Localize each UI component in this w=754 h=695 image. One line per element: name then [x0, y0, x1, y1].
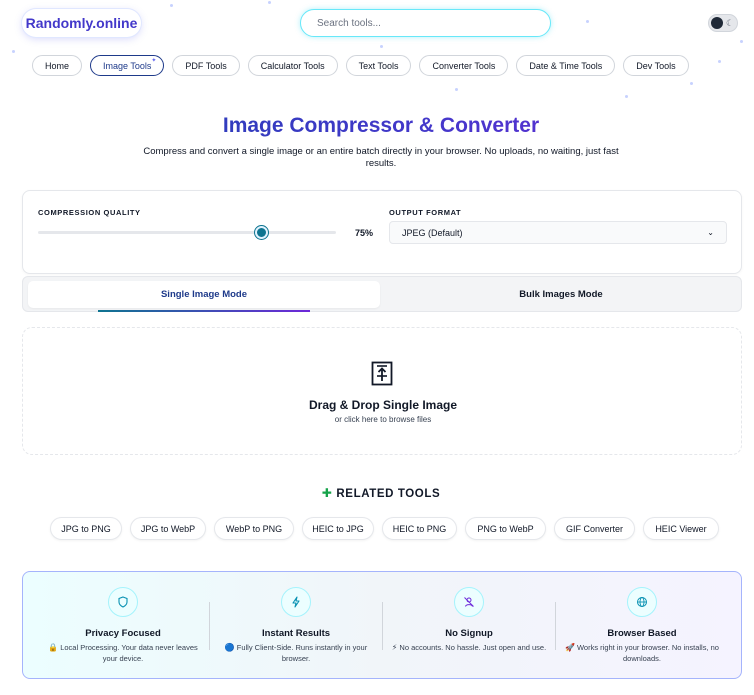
decor-dot [170, 4, 173, 7]
nav-label: Date & Time Tools [529, 60, 603, 71]
tab-label: Single Image Mode [160, 289, 248, 300]
active-tab-underline [98, 310, 310, 312]
feature-title: Browser Based [607, 628, 677, 639]
upload-dropzone[interactable]: Drag & Drop Single Image or click here t… [22, 327, 742, 455]
nav-calculator-tools[interactable]: Calculator Tools [247, 55, 338, 76]
quality-label: COMPRESSION QUALITY [38, 208, 141, 217]
feature-desc-text: No accounts. No hassle. Just open and us… [399, 643, 547, 652]
quality-slider-track[interactable] [38, 231, 336, 234]
tab-bulk-images[interactable]: Bulk Images Mode [385, 281, 737, 308]
related-tool-link[interactable]: GIF Converter [554, 517, 635, 540]
related-tool-label: HEIC to JPG [312, 523, 364, 534]
related-tool-label: HEIC to PNG [392, 523, 447, 534]
nav-text-tools[interactable]: Text Tools [345, 55, 412, 76]
related-tool-link[interactable]: HEIC to JPG [302, 517, 374, 540]
quality-value: 75% [355, 228, 374, 238]
decor-dot [12, 50, 15, 53]
quality-slider-thumb[interactable] [255, 226, 268, 239]
lock-icon: 🔒 [48, 643, 59, 652]
feature-card: Privacy Focused 🔒 Local Processing. Your … [37, 572, 209, 680]
nav-home[interactable]: Home [32, 55, 83, 76]
decor-dot [718, 60, 721, 63]
format-select[interactable]: JPEG (Default) ⌄ [389, 221, 727, 244]
shield-icon [108, 587, 138, 617]
user-slash-icon [454, 587, 484, 617]
feature-title: No Signup [445, 628, 493, 639]
features-panel: Privacy Focused 🔒 Local Processing. Your … [22, 571, 742, 679]
page-subtitle: Compress and convert a single image or a… [143, 146, 619, 169]
related-tool-link[interactable]: PNG to WebP [465, 517, 546, 540]
feature-title: Instant Results [261, 628, 331, 639]
related-tool-label: PNG to WebP [477, 523, 534, 534]
nav-image-tools[interactable]: Image Tools ✦ [90, 55, 165, 76]
decor-dot [690, 82, 693, 85]
upload-file-icon [371, 361, 393, 386]
nav-label: Home [45, 60, 70, 71]
related-tools-heading: ✚ RELATED TOOLS [0, 486, 754, 500]
feature-card: No Signup ⚡ No accounts. No hassle. Just … [383, 572, 555, 680]
circle-icon: 🔵 [224, 643, 235, 652]
related-tool-link[interactable]: WebP to PNG [214, 517, 294, 540]
decor-dot [625, 95, 628, 98]
related-tool-link[interactable]: HEIC Viewer [643, 517, 719, 540]
related-tool-label: GIF Converter [565, 523, 623, 534]
page-title: Image Compressor & Converter [0, 114, 754, 138]
settings-panel: COMPRESSION QUALITY 75% OUTPUT FORMAT JP… [22, 190, 742, 274]
feature-description: 🔒 Local Processing. Your data never leave… [45, 642, 201, 664]
related-tool-label: HEIC Viewer [655, 523, 707, 534]
site-logo[interactable]: Randomly.online [22, 9, 141, 37]
chevron-down-icon: ⌄ [707, 228, 714, 237]
lightning-icon [281, 587, 311, 617]
category-nav: Home Image Tools ✦ PDF Tools Calculator T… [32, 55, 689, 76]
nav-dev-tools[interactable]: Dev Tools [623, 55, 689, 76]
related-tools-list: JPG to PNG JPG to WebP WebP to PNG HEIC … [50, 517, 719, 540]
theme-toggle[interactable]: ☾ [708, 14, 738, 32]
decor-dot [380, 45, 383, 48]
related-tool-label: JPG to WebP [140, 523, 196, 534]
toggle-knob [711, 17, 723, 29]
nav-label: Dev Tools [636, 60, 676, 71]
feature-description: 🔵 Fully Client-Side. Runs instantly in yo… [218, 642, 374, 664]
nav-label: Text Tools [358, 60, 399, 71]
nav-label: Calculator Tools [260, 60, 325, 71]
format-value: JPEG (Default) [402, 227, 463, 238]
feature-card: Browser Based 🚀 Works right in your brows… [556, 572, 728, 680]
dropzone-subtitle: or click here to browse files [334, 415, 432, 424]
nav-date-time-tools[interactable]: Date & Time Tools [516, 55, 616, 76]
dropzone-title: Drag & Drop Single Image [308, 398, 458, 412]
related-tool-label: JPG to PNG [61, 523, 111, 534]
moon-icon: ☾ [726, 18, 735, 28]
feature-desc-text: Local Processing. Your data never leaves… [60, 643, 198, 663]
globe-icon [627, 587, 657, 617]
bolt-icon: ⚡ [391, 643, 398, 652]
nav-pdf-tools[interactable]: PDF Tools [172, 55, 240, 76]
related-tool-link[interactable]: HEIC to PNG [382, 517, 457, 540]
mode-tabs: Single Image Mode Bulk Images Mode [22, 276, 742, 312]
format-label: OUTPUT FORMAT [389, 208, 462, 217]
decor-dot [268, 1, 271, 4]
nav-label: Image Tools [103, 60, 152, 71]
related-tools-title: RELATED TOOLS [336, 488, 441, 500]
nav-label: PDF Tools [185, 60, 227, 71]
feature-desc-text: Fully Client-Side. Runs instantly in you… [236, 643, 368, 663]
feature-title: Privacy Focused [85, 628, 161, 639]
decor-dot [455, 88, 458, 91]
feature-description: 🚀 Works right in your browser. No install… [564, 642, 720, 664]
decor-dot [586, 20, 589, 23]
search-input[interactable] [300, 9, 551, 37]
nav-label: Converter Tools [432, 60, 496, 71]
sparkle-icon: ✦ [151, 58, 157, 64]
feature-description: ⚡ No accounts. No hassle. Just open and u… [391, 642, 547, 653]
feature-desc-text: Works right in your browser. No installs… [576, 643, 719, 663]
related-tool-link[interactable]: JPG to WebP [130, 517, 206, 540]
nav-converter-tools[interactable]: Converter Tools [419, 55, 509, 76]
rocket-icon: 🚀 [565, 643, 575, 652]
decor-dot [740, 40, 743, 43]
feature-card: Instant Results 🔵 Fully Client-Side. Runs… [210, 572, 382, 680]
related-tool-label: WebP to PNG [225, 523, 283, 534]
puzzle-icon: ✚ [321, 486, 333, 500]
tab-single-image[interactable]: Single Image Mode [28, 281, 380, 312]
related-tool-link[interactable]: JPG to PNG [50, 517, 122, 540]
tab-label: Bulk Images Mode [519, 289, 603, 300]
